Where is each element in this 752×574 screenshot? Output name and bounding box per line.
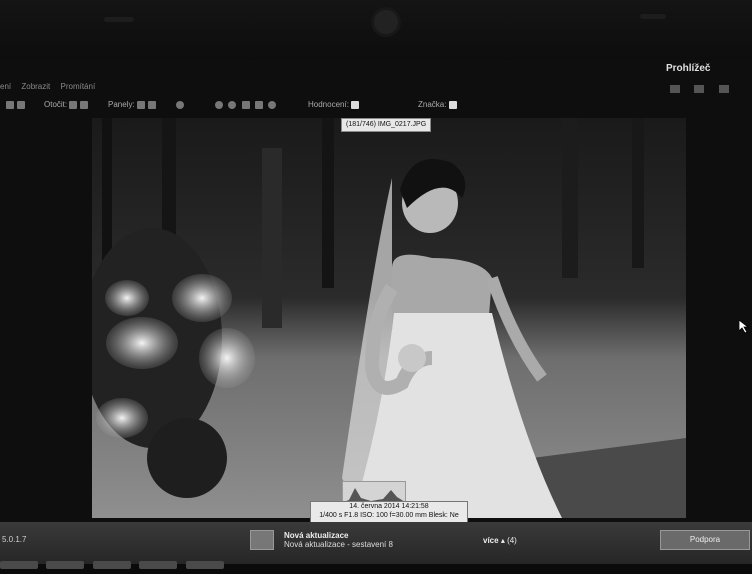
page-title: Prohlížeč — [666, 63, 711, 74]
tool-group — [6, 100, 28, 109]
rotate-right-icon[interactable] — [80, 100, 89, 109]
rotate-left-icon[interactable] — [69, 100, 78, 109]
file-tooltip: (181/746) IMG_0217.JPG — [341, 118, 432, 132]
laptop-bezel — [0, 0, 752, 60]
taskbar-item[interactable] — [185, 561, 224, 569]
photo-info: 14. června 2014 14:21:58 1/400 s F1.8 IS… — [310, 501, 468, 523]
copy-icon[interactable] — [6, 100, 14, 109]
photo-exif: 1/400 s F1.8 ISO: 100 f=30.00 mm Blesk: … — [319, 512, 459, 519]
panel-icon[interactable] — [136, 100, 145, 109]
taskbar-items — [0, 556, 752, 569]
fullscreen-icon[interactable] — [254, 100, 263, 109]
histogram — [342, 481, 406, 503]
chevron-up-icon: ▴ — [500, 536, 505, 545]
version-label: 5.0.1.7 — [2, 535, 27, 544]
menu-item-slideshow[interactable]: Promítání — [61, 82, 96, 91]
zoom-group — [176, 100, 279, 109]
more-count: (4) — [507, 536, 517, 545]
menu-bar: ení Zobrazit Promítání — [0, 82, 103, 91]
rotate-group: Otočit: — [44, 100, 91, 109]
update-icon[interactable] — [250, 530, 274, 550]
taskbar-item[interactable] — [46, 561, 85, 569]
histogram-chart — [343, 488, 405, 502]
panel-icon[interactable] — [147, 100, 156, 109]
support-button[interactable]: Podpora — [660, 530, 750, 550]
photo-date: 14. června 2014 14:21:58 — [349, 503, 429, 510]
mouse-cursor-icon — [738, 319, 750, 339]
update-title[interactable]: Nová aktualizace — [284, 531, 348, 540]
update-subtitle: Nová aktualizace - sestavení 8 — [284, 540, 393, 549]
fit-icon[interactable] — [241, 100, 250, 109]
photo-view[interactable] — [92, 118, 686, 518]
layout-icon[interactable] — [694, 85, 705, 93]
info-icon[interactable] — [176, 100, 184, 109]
photo-image — [92, 118, 686, 518]
zoom-in-icon[interactable] — [215, 100, 224, 109]
panels-group: Panely: — [108, 100, 159, 109]
menu-item-view[interactable]: Zobrazit — [21, 82, 50, 91]
menu-item-share[interactable]: ení — [0, 82, 11, 91]
tag-group: Značka: — [418, 100, 460, 109]
view-controls — [670, 80, 739, 98]
toolbar: Otočit: Panely: Hodnocení: Značka: — [0, 100, 752, 114]
more-button[interactable]: více ▴ (4) — [483, 536, 517, 545]
rating-label: Hodnocení: — [308, 100, 349, 109]
more-label: více — [483, 536, 499, 545]
rating-icon[interactable] — [351, 100, 360, 109]
tag-icon[interactable] — [448, 100, 457, 109]
layout-icon[interactable] — [670, 85, 680, 93]
move-icon[interactable] — [17, 100, 25, 109]
rating-group: Hodnocení: — [308, 100, 362, 109]
bezel-detail — [104, 17, 134, 22]
zoom-out-icon[interactable] — [228, 100, 237, 109]
taskbar-item[interactable] — [0, 561, 38, 569]
rotate-label: Otočit: — [44, 100, 68, 109]
panels-label: Panely: — [108, 100, 135, 109]
search-icon[interactable] — [268, 100, 277, 109]
layout-icon[interactable] — [718, 85, 729, 93]
bezel-detail — [640, 14, 666, 19]
webcam-icon — [374, 10, 398, 34]
tag-label: Značka: — [418, 100, 447, 109]
taskbar-item[interactable] — [92, 561, 131, 569]
taskbar-item[interactable] — [139, 561, 178, 569]
